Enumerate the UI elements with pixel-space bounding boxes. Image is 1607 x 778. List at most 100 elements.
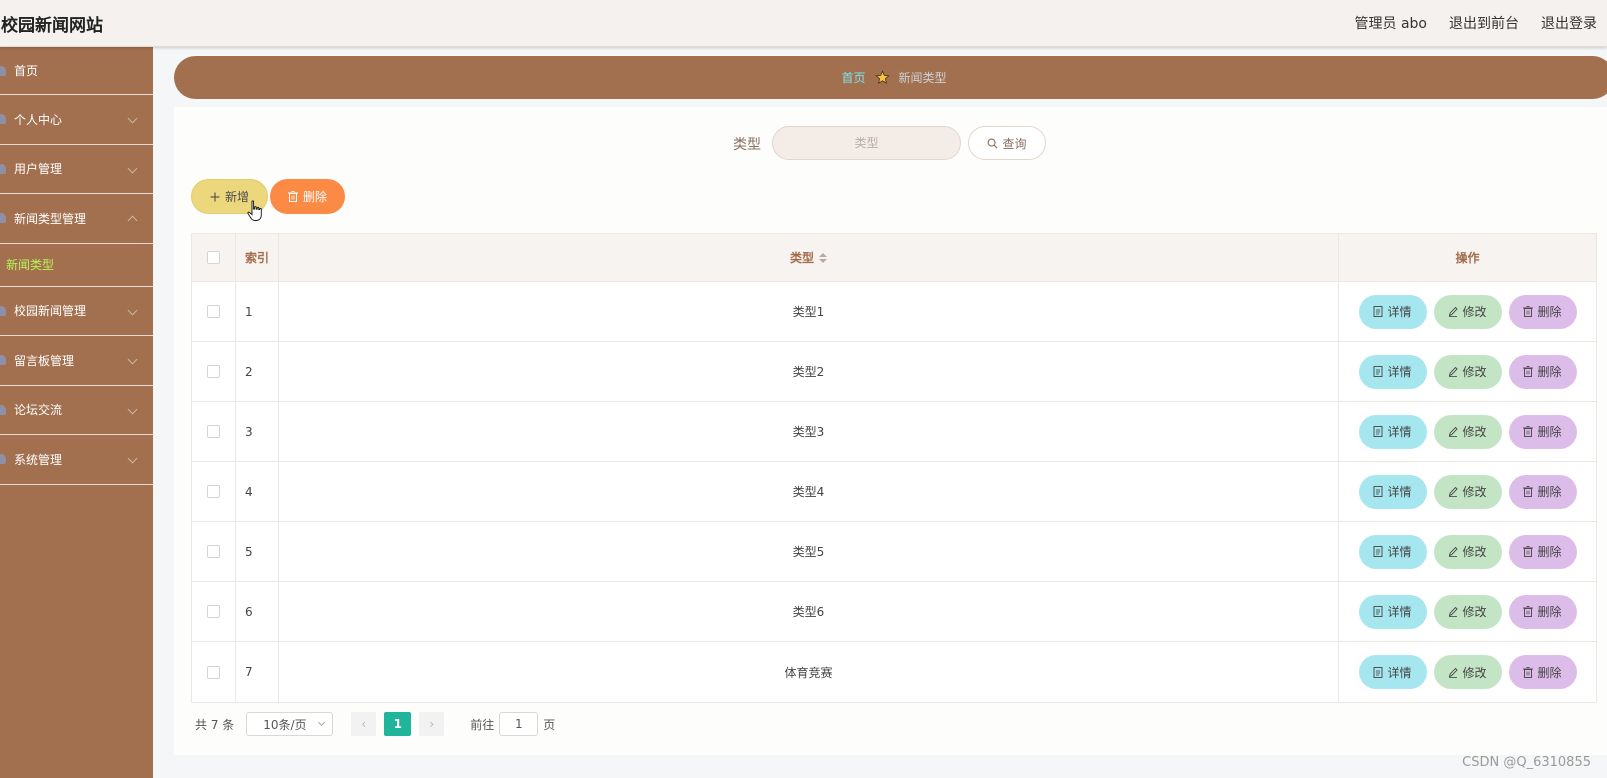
- delete-button-label: 删除: [1537, 365, 1562, 379]
- query-button-label: 查询: [1002, 136, 1027, 151]
- table-row: 2 类型2 详情 修改 删除: [192, 342, 1596, 402]
- detail-button[interactable]: 详情: [1358, 414, 1427, 449]
- detail-button[interactable]: 详情: [1358, 474, 1427, 509]
- pencil-icon: [1449, 426, 1459, 437]
- detail-button[interactable]: 详情: [1358, 294, 1427, 329]
- select-all-checkbox[interactable]: [207, 251, 220, 264]
- trash-icon: [1523, 426, 1534, 437]
- delete-button[interactable]: 删除: [1508, 414, 1577, 449]
- sort-icon[interactable]: [819, 252, 827, 263]
- breadcrumb-current: 新闻类型: [898, 71, 947, 85]
- edit-button[interactable]: 修改: [1433, 414, 1502, 449]
- row-checkbox[interactable]: [207, 425, 220, 438]
- next-page-button[interactable]: ›: [419, 712, 445, 736]
- row-checkbox[interactable]: [207, 605, 220, 618]
- document-icon: [1374, 306, 1383, 317]
- sidebar-subitem-news-type[interactable]: 新闻类型: [0, 244, 153, 287]
- delete-button[interactable]: 删除: [1508, 294, 1577, 329]
- batch-delete-label: 删除: [302, 190, 327, 204]
- breadcrumb-home[interactable]: 首页: [841, 69, 865, 86]
- row-checkbox[interactable]: [207, 305, 220, 318]
- star-icon: [874, 70, 890, 84]
- chevron-up-icon: [127, 215, 138, 226]
- row-index: 3: [236, 402, 279, 461]
- row-checkbox-cell: [192, 462, 236, 521]
- sidebar-item-label: 系统管理: [14, 452, 63, 467]
- pagination: 共 7 条 10条/页 ‹ 1 › 前往 页: [195, 712, 555, 736]
- sidebar-item-message-board[interactable]: 留言板管理: [0, 336, 153, 386]
- row-checkbox-cell: [192, 522, 236, 581]
- delete-button[interactable]: 删除: [1508, 474, 1577, 509]
- sidebar-item-system-management[interactable]: 系统管理: [0, 435, 153, 485]
- trash-icon: [1523, 486, 1534, 497]
- row-checkbox[interactable]: [207, 485, 220, 498]
- delete-button[interactable]: 删除: [1508, 594, 1577, 629]
- header-links: 管理员 abo 退出到前台 退出登录: [1355, 13, 1597, 33]
- row-checkbox-cell: [192, 342, 236, 401]
- chevron-left-icon: ‹: [361, 717, 367, 731]
- detail-button-label: 详情: [1387, 305, 1412, 319]
- row-index: 4: [236, 462, 279, 521]
- header-ops: 操作: [1455, 251, 1480, 265]
- row-checkbox[interactable]: [207, 545, 220, 558]
- home-icon: [0, 65, 6, 76]
- row-checkbox[interactable]: [207, 665, 220, 679]
- detail-button[interactable]: 详情: [1358, 354, 1427, 389]
- edit-button[interactable]: 修改: [1433, 354, 1502, 389]
- logout-link[interactable]: 退出登录: [1541, 13, 1597, 33]
- row-actions: 详情 修改 删除: [1339, 342, 1596, 401]
- detail-button[interactable]: 详情: [1358, 534, 1427, 569]
- delete-button-label: 删除: [1537, 605, 1562, 619]
- row-checkbox-cell: [192, 642, 236, 702]
- chevron-down-icon: [127, 354, 138, 365]
- sidebar-item-home[interactable]: 首页: [0, 47, 153, 95]
- type-search-input[interactable]: [772, 126, 961, 160]
- row-index: 5: [236, 522, 279, 581]
- delete-button[interactable]: 删除: [1508, 534, 1577, 569]
- sidebar-item-personal-center[interactable]: 个人中心: [0, 95, 153, 145]
- delete-button[interactable]: 删除: [1508, 354, 1577, 389]
- row-index: 6: [236, 582, 279, 641]
- goto-page-input[interactable]: [499, 712, 539, 736]
- exit-to-frontend-link[interactable]: 退出到前台: [1449, 13, 1519, 33]
- sidebar-item-campus-news-management[interactable]: 校园新闻管理: [0, 287, 153, 336]
- table-row: 3 类型3 详情 修改 删除: [192, 402, 1596, 462]
- edit-button[interactable]: 修改: [1433, 655, 1502, 689]
- edit-button-label: 修改: [1462, 305, 1487, 319]
- detail-button[interactable]: 详情: [1358, 594, 1427, 629]
- tag-icon: [0, 213, 6, 224]
- edit-button-label: 修改: [1462, 605, 1487, 619]
- edit-button[interactable]: 修改: [1433, 534, 1502, 569]
- row-checkbox[interactable]: [207, 365, 220, 378]
- edit-button-label: 修改: [1462, 665, 1487, 680]
- edit-button[interactable]: 修改: [1433, 294, 1502, 329]
- news-icon: [0, 305, 6, 316]
- header-type[interactable]: 类型: [279, 234, 1339, 281]
- edit-button-label: 修改: [1462, 545, 1487, 559]
- trash-icon: [1523, 666, 1534, 678]
- delete-button-label: 删除: [1537, 425, 1562, 439]
- delete-button[interactable]: 删除: [1508, 655, 1577, 689]
- table-row: 5 类型5 详情 修改 删除: [192, 522, 1596, 582]
- goto-suffix: 页: [543, 717, 556, 732]
- users-icon: [0, 163, 6, 174]
- edit-button[interactable]: 修改: [1433, 594, 1502, 629]
- page-size-select[interactable]: 10条/页: [246, 712, 334, 736]
- admin-user-label[interactable]: 管理员 abo: [1355, 13, 1427, 33]
- sidebar-item-user-management[interactable]: 用户管理: [0, 145, 153, 194]
- sidebar-item-news-type-management[interactable]: 新闻类型管理: [0, 194, 153, 244]
- document-icon: [1374, 606, 1383, 617]
- sidebar-item-forum[interactable]: 论坛交流: [0, 386, 153, 435]
- plus-icon: [210, 192, 220, 201]
- add-button-label: 新增: [224, 190, 249, 204]
- document-icon: [1374, 486, 1383, 497]
- query-button[interactable]: 查询: [968, 126, 1046, 160]
- batch-delete-button[interactable]: 删除: [270, 179, 345, 214]
- sidebar: 首页 个人中心 用户管理 新闻类型管理 新闻类型 校园新闻管理 留言板管理 论坛…: [0, 47, 153, 778]
- page-number-current[interactable]: 1: [384, 712, 412, 736]
- edit-button[interactable]: 修改: [1433, 474, 1502, 509]
- prev-page-button[interactable]: ‹: [351, 712, 377, 736]
- row-actions: 详情 修改 删除: [1339, 522, 1596, 581]
- app-title: 校园新闻网站: [1, 16, 103, 36]
- detail-button[interactable]: 详情: [1358, 655, 1427, 689]
